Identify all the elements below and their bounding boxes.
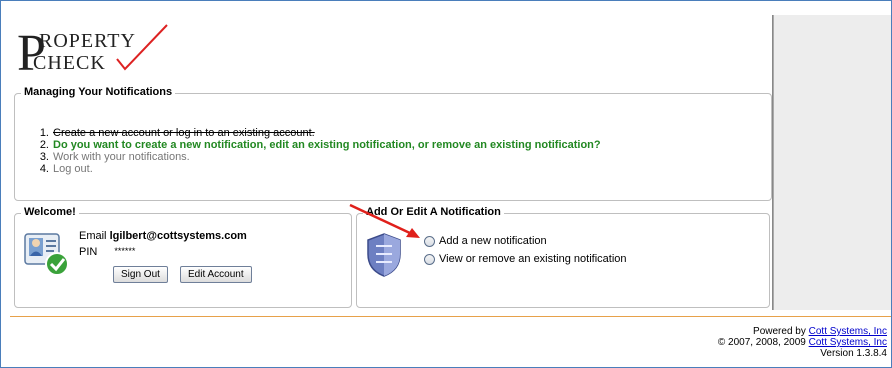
footer: Powered by Cott Systems, Inc © 2007, 200… (718, 326, 887, 359)
powered-by-link[interactable]: Cott Systems, Inc (809, 326, 887, 337)
step-2-text: Do you want to create a new notification… (53, 139, 601, 151)
welcome-panel: Welcome! Email lgilbert@cottsystems.com … (14, 205, 352, 308)
pin-value: ****** (114, 246, 136, 256)
user-card-check-icon (24, 233, 69, 276)
right-gray-panel (773, 15, 891, 310)
powered-by-text: Powered by (753, 326, 806, 337)
add-new-notification-label[interactable]: Add a new notification (439, 235, 547, 247)
email-label: Email (79, 230, 107, 242)
page-frame: P ROPERTY CHECK Managing Your Notificati… (0, 0, 892, 368)
step-item: 1. Create a new account or log in to an e… (39, 127, 315, 139)
step-4-text: Log out. (53, 163, 93, 175)
view-remove-notification-label[interactable]: View or remove an existing notification (439, 253, 627, 265)
footer-divider (10, 316, 891, 317)
email-row: Email lgilbert@cottsystems.com (79, 230, 247, 242)
step-3-text: Work with your notifications. (53, 151, 190, 163)
email-value: lgilbert@cottsystems.com (109, 230, 247, 242)
pin-row: PIN ****** (79, 246, 135, 258)
logo-line2: CHECK (33, 52, 106, 74)
version-text: Version 1.3.8.4 (820, 348, 887, 359)
pin-label: PIN (79, 246, 98, 258)
copyright-link[interactable]: Cott Systems, Inc (809, 337, 887, 348)
edit-account-button[interactable]: Edit Account (180, 266, 252, 283)
logo-line1: ROPERTY (39, 30, 136, 52)
view-remove-notification-radio[interactable] (424, 254, 435, 265)
steps-list: 1. Create a new account or log in to an e… (39, 127, 601, 175)
step-item: 4. Log out. (39, 163, 93, 175)
welcome-panel-title: Welcome! (21, 205, 79, 219)
step-1-text: Create a new account or log in to an exi… (53, 127, 315, 139)
notifications-panel: Managing Your Notifications 1. Create a n… (14, 85, 772, 201)
red-arrow-annotation (349, 203, 420, 238)
step-item: 3. Work with your notifications. (39, 151, 190, 163)
propertycheck-logo: P ROPERTY CHECK (17, 24, 168, 79)
copyright-text: © 2007, 2008, 2009 (717, 337, 806, 348)
notifications-panel-title: Managing Your Notifications (21, 85, 176, 99)
step-item: 2. Do you want to create a new notificati… (39, 139, 601, 151)
sign-out-button[interactable]: Sign Out (113, 266, 168, 283)
